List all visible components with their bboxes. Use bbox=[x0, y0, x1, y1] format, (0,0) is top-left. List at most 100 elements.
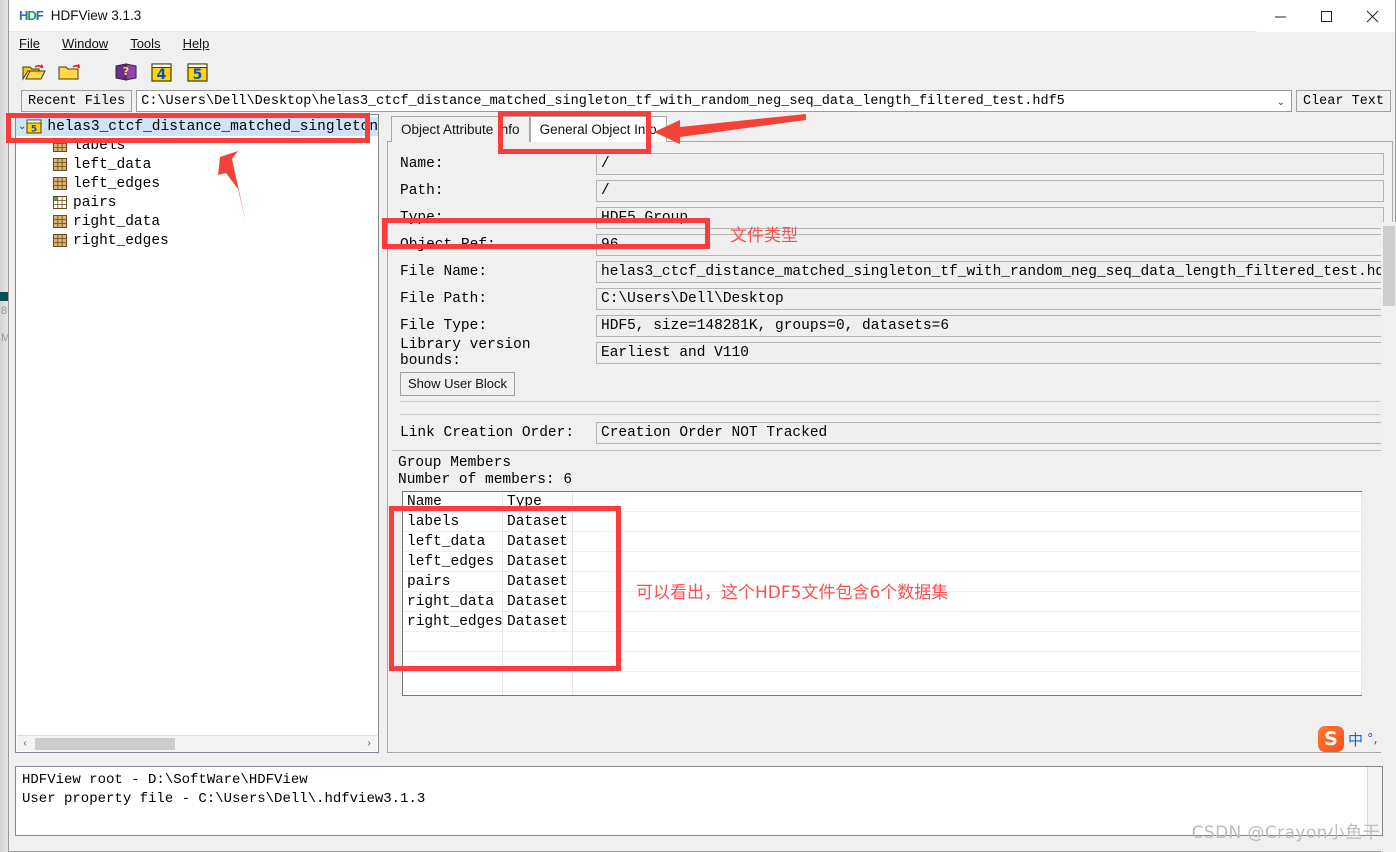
log-line: User property file - C:\Users\Dell\.hdfv… bbox=[22, 791, 426, 807]
field-file-name-label: File Name: bbox=[396, 263, 596, 280]
tree-item-root[interactable]: ⌄ 5 helas3_ctcf_distance_matched_singlet… bbox=[16, 117, 378, 136]
svg-text:5: 5 bbox=[31, 125, 37, 135]
chevron-down-icon[interactable]: ⌄ bbox=[1277, 91, 1285, 111]
open-file-icon[interactable] bbox=[21, 59, 47, 85]
menu-help[interactable]: Help bbox=[183, 36, 210, 51]
tree-item-right-data[interactable]: right_data bbox=[16, 212, 378, 231]
menu-file[interactable]: File bbox=[19, 36, 40, 51]
cell-blank bbox=[573, 532, 1362, 552]
cell-empty bbox=[403, 672, 503, 692]
scroll-thumb[interactable] bbox=[1383, 226, 1395, 306]
tab-general-object-info[interactable]: General Object Info bbox=[529, 116, 667, 142]
tree-item-left-data[interactable]: left_data bbox=[16, 155, 378, 174]
cell-type: Dataset bbox=[503, 572, 573, 592]
file-path-combo[interactable]: C:\Users\Dell\Desktop\helas3_ctcf_distan… bbox=[136, 90, 1292, 112]
table-row-empty[interactable] bbox=[403, 692, 1362, 695]
table-row-empty[interactable] bbox=[403, 632, 1362, 652]
chevron-down-icon[interactable]: ⌄ bbox=[18, 121, 26, 133]
tree-item-label: pairs bbox=[73, 194, 117, 211]
column-header-blank bbox=[573, 492, 1362, 512]
sogou-logo-icon[interactable]: S bbox=[1318, 726, 1344, 752]
tree-item-pairs[interactable]: pairs bbox=[16, 193, 378, 212]
field-type-label: Type: bbox=[396, 209, 596, 226]
cell-empty bbox=[503, 632, 573, 652]
scroll-track[interactable] bbox=[33, 735, 361, 752]
cell-type: Dataset bbox=[503, 552, 573, 572]
annotation-text-type: 文件类型 bbox=[730, 226, 798, 246]
scroll-right-icon[interactable]: › bbox=[361, 738, 377, 749]
object-info-panel: Object Attribute Info General Object Inf… bbox=[387, 114, 1393, 753]
cell-empty bbox=[573, 672, 1362, 692]
ime-punctuation-indicator[interactable]: °, bbox=[1367, 732, 1378, 747]
field-library-version-value: Earliest and V110 bbox=[596, 341, 1384, 364]
cell-name: left_data bbox=[403, 532, 503, 552]
tree-horizontal-scrollbar[interactable]: ‹ › bbox=[17, 735, 377, 752]
close-file-icon[interactable] bbox=[57, 59, 83, 85]
dataset-grid-icon bbox=[52, 157, 69, 172]
recent-files-button[interactable]: Recent Files bbox=[21, 90, 133, 112]
cell-type: Dataset bbox=[503, 592, 573, 612]
cell-blank bbox=[573, 512, 1362, 532]
cell-name: pairs bbox=[403, 572, 503, 592]
field-object-ref-value: 96 bbox=[596, 233, 1384, 256]
field-name: Name: / bbox=[396, 150, 1384, 177]
scroll-left-icon[interactable]: ‹ bbox=[17, 738, 33, 749]
hdf5-icon[interactable]: 5 bbox=[185, 59, 211, 85]
close-icon[interactable] bbox=[1349, 0, 1395, 32]
cell-name: left_edges bbox=[403, 552, 503, 572]
field-path-label: Path: bbox=[396, 182, 596, 199]
field-file-path: File Path: C:\Users\Dell\Desktop bbox=[396, 285, 1384, 312]
tree-item-labels[interactable]: labels bbox=[16, 136, 378, 155]
cell-empty bbox=[403, 652, 503, 672]
status-log-panel[interactable]: HDFView root - D:\SoftWare\HDFView User … bbox=[15, 766, 1383, 836]
watermark: CSDN @Crayon小鱼干 bbox=[1191, 823, 1380, 843]
file-tree-panel: ⌄ 5 helas3_ctcf_distance_matched_singlet… bbox=[15, 114, 379, 753]
tree-item-root-label: helas3_ctcf_distance_matched_singleton_ bbox=[47, 118, 379, 135]
table-row-empty[interactable] bbox=[403, 672, 1362, 692]
table-row[interactable]: left_data Dataset bbox=[403, 532, 1362, 552]
minimize-icon[interactable] bbox=[1257, 0, 1303, 32]
tab-strip: Object Attribute Info General Object Inf… bbox=[387, 114, 1393, 142]
cell-empty bbox=[403, 692, 503, 695]
svg-text:?: ? bbox=[123, 65, 129, 78]
menu-help-label: Help bbox=[182, 36, 210, 51]
group-members-count: Number of members: 6 bbox=[398, 472, 573, 488]
clear-text-button[interactable]: Clear Text bbox=[1295, 90, 1391, 112]
table-row-empty[interactable] bbox=[403, 652, 1362, 672]
tree-item-label: right_edges bbox=[73, 232, 169, 249]
dataset-grid-icon bbox=[52, 214, 69, 229]
tree-item-left-edges[interactable]: left_edges bbox=[16, 174, 378, 193]
tab-object-attribute-info[interactable]: Object Attribute Info bbox=[391, 116, 530, 142]
dataset-table-icon bbox=[52, 195, 69, 210]
file-path-value: C:\Users\Dell\Desktop\helas3_ctcf_distan… bbox=[141, 93, 1065, 109]
cell-type: Dataset bbox=[503, 512, 573, 532]
hdf4-icon[interactable]: 4 bbox=[149, 59, 175, 85]
tree-item-right-edges[interactable]: right_edges bbox=[16, 231, 378, 250]
group-members-title: Group Members bbox=[398, 455, 512, 471]
field-link-creation-order-label: Link Creation Order: bbox=[396, 424, 596, 441]
field-file-path-label: File Path: bbox=[396, 290, 596, 307]
table-row[interactable]: right_edges Dataset bbox=[403, 612, 1362, 632]
window-vertical-scrollbar[interactable] bbox=[1381, 222, 1396, 852]
ime-mode-indicator[interactable]: 中 bbox=[1348, 729, 1363, 750]
field-file-type-label: File Type: bbox=[396, 317, 596, 334]
maximize-icon[interactable] bbox=[1303, 0, 1349, 32]
sogou-ime-bar[interactable]: S 中 °, bbox=[1318, 726, 1378, 752]
tree-item-label: left_edges bbox=[73, 175, 161, 192]
help-book-icon[interactable]: ? bbox=[113, 59, 139, 85]
scroll-thumb[interactable] bbox=[35, 737, 175, 750]
field-library-version-label: Library version bounds: bbox=[396, 336, 596, 369]
table-header-row: Name Type bbox=[403, 492, 1362, 512]
menu-window[interactable]: Window bbox=[62, 36, 108, 51]
hdf5-file-icon: 5 bbox=[26, 119, 43, 135]
field-file-name-value: helas3_ctcf_distance_matched_singleton_t… bbox=[596, 260, 1384, 283]
cell-blank bbox=[573, 612, 1362, 632]
table-row[interactable]: left_edges Dataset bbox=[403, 552, 1362, 572]
table-row[interactable]: labels Dataset bbox=[403, 512, 1362, 532]
body-split: ⌄ 5 helas3_ctcf_distance_matched_singlet… bbox=[9, 111, 1396, 852]
field-type-value: HDF5 Group bbox=[596, 206, 1384, 229]
show-user-block-button[interactable]: Show User Block bbox=[400, 372, 515, 396]
menu-tools[interactable]: Tools bbox=[130, 36, 160, 51]
cell-empty bbox=[573, 692, 1362, 695]
field-file-type: File Type: HDF5, size=148281K, groups=0,… bbox=[396, 312, 1384, 339]
